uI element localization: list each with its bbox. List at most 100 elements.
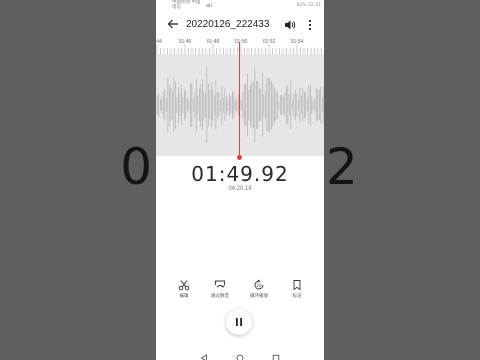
waveform-bar — [314, 98, 316, 112]
waveform-bar — [251, 81, 253, 129]
waveform-bar — [221, 84, 223, 126]
waveform-bar — [280, 95, 281, 115]
waveform-bar — [191, 82, 193, 128]
waveform-bar — [163, 91, 164, 119]
waveform-bar — [211, 82, 212, 128]
waveform-bar — [235, 99, 236, 111]
waveform-bar — [205, 93, 206, 117]
nav-back-button[interactable] — [200, 349, 208, 360]
recording-title: 20220126_222433 — [186, 19, 270, 30]
waveform-bar — [170, 88, 172, 122]
waveform-bar — [194, 91, 196, 119]
mark-button[interactable]: 标记 — [283, 279, 311, 299]
waveform-bar — [278, 100, 280, 110]
waveform-bar — [178, 87, 179, 123]
loop-replay-icon: 10 — [254, 279, 264, 290]
waveform-bar — [175, 81, 176, 129]
waveform-bar — [212, 89, 214, 121]
waveform-bar — [304, 91, 305, 119]
more-options-button[interactable] — [306, 18, 314, 32]
waveform-bar — [161, 96, 163, 114]
waveform-bar — [242, 92, 244, 118]
waveform-bar — [323, 86, 324, 124]
waveform-bar — [184, 89, 185, 121]
waveform-bar — [229, 94, 230, 116]
waveform-bar — [316, 88, 317, 122]
waveform-bar — [254, 67, 256, 143]
playhead-handle[interactable] — [237, 155, 242, 160]
bookmark-icon — [293, 280, 301, 291]
back-button[interactable] — [166, 17, 180, 31]
waveform-bar — [289, 94, 290, 116]
home-circle-icon — [236, 354, 244, 360]
waveform-bar — [245, 83, 247, 127]
waveform-bar — [164, 89, 166, 121]
waveform-bar — [266, 78, 268, 132]
waveform-bar — [262, 73, 263, 137]
waveform-bar — [275, 89, 277, 121]
waveform-bar — [176, 97, 178, 113]
waveform-bar — [287, 85, 289, 125]
current-time: 01:49.92 — [191, 162, 289, 186]
waveform-bar — [281, 94, 283, 116]
waveform-bar — [188, 100, 190, 110]
skip-silence-icon — [215, 280, 225, 288]
timeline-ticks — [156, 44, 322, 54]
nav-home-button[interactable] — [236, 349, 244, 360]
waveform-bar — [157, 95, 158, 115]
waveform-bar — [307, 98, 308, 112]
back-triangle-icon — [200, 354, 207, 360]
edit-button[interactable]: 编辑 — [170, 279, 198, 299]
waveform-bar — [265, 90, 266, 120]
carrier-text: 中国移动 中国电信 — [172, 0, 201, 10]
waveform-bar — [317, 89, 319, 121]
waveform-bar — [250, 84, 251, 126]
waveform-bar — [319, 90, 320, 120]
system-nav-bar — [156, 346, 324, 360]
skip-silence-button[interactable]: 跳过静音 — [206, 279, 234, 299]
waveform-bar — [182, 97, 184, 113]
waveform-bar — [253, 82, 254, 128]
waveform-area[interactable] — [156, 54, 324, 156]
waveform-bar — [203, 90, 205, 120]
phone-screen: 中国移动 中国电信 all 82% 22:31 20220126_222433 — [156, 0, 324, 360]
waveform-bar — [241, 100, 242, 110]
waveform-bar — [269, 77, 271, 133]
battery-percent: 82% — [296, 3, 307, 8]
total-duration: 04:20.18 — [228, 186, 252, 192]
waveform-bar — [196, 78, 197, 132]
waveform-bar — [218, 93, 220, 117]
playback-toolbar: 编辑 跳过静音 10 循环播放 标记 — [156, 277, 324, 303]
waveform-bar — [197, 95, 199, 115]
waveform-bar — [199, 88, 200, 122]
waveform-bar — [299, 87, 301, 123]
waveform-bar — [209, 91, 211, 119]
waveform-bar — [263, 94, 265, 116]
volume-button[interactable] — [283, 18, 297, 32]
waveform-bar — [160, 99, 161, 111]
waveform-bar — [223, 97, 224, 113]
waveform-bar — [158, 93, 160, 117]
pause-button[interactable] — [226, 309, 252, 335]
waveform-bar — [181, 84, 182, 126]
waveform-bar — [301, 95, 302, 115]
app-bar: 20220126_222433 — [156, 14, 324, 36]
waveform-bar — [220, 99, 221, 111]
pause-icon — [236, 318, 242, 326]
status-right-group: 82% 22:31 — [297, 3, 321, 8]
waveform-bar — [292, 100, 293, 110]
status-time: 22:31 — [308, 3, 321, 8]
waveform-bar — [260, 89, 262, 121]
nav-recents-button[interactable] — [272, 349, 280, 360]
waveform-bar — [271, 80, 272, 130]
waveform-bar — [244, 84, 245, 126]
loop-button[interactable]: 10 循环播放 — [245, 279, 273, 299]
playhead-line[interactable] — [239, 42, 240, 156]
waveform-bar — [215, 80, 217, 130]
waveform-bar — [167, 77, 169, 133]
back-arrow-icon — [167, 19, 178, 29]
waveform-bar — [224, 88, 226, 122]
timeline-ruler[interactable]: 44 01:46 01:48 01:50 01:52 01:54 — [156, 38, 324, 54]
waveform-bar — [308, 85, 310, 125]
waveform-bar — [302, 88, 304, 122]
